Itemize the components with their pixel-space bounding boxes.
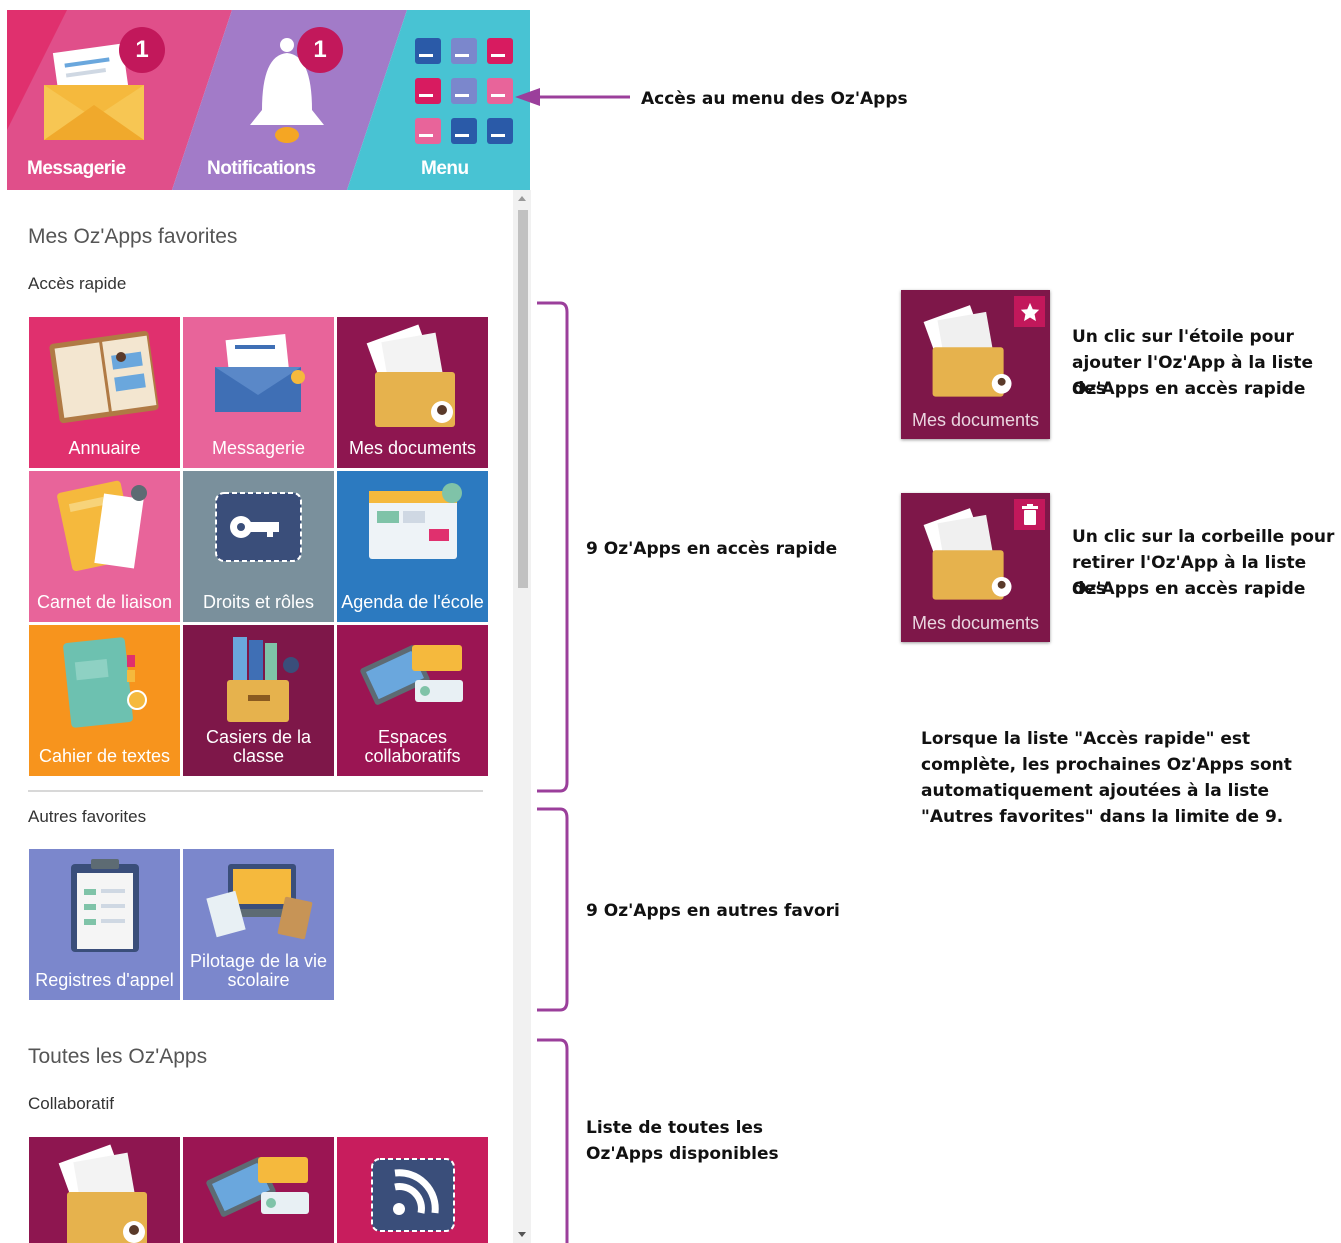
star-icon [1020, 302, 1039, 321]
annotation-full-line4: "Autres favorites" dans la limite de 9. [921, 807, 1284, 827]
section-divider [28, 790, 483, 792]
tile-label: Droits et rôles [202, 592, 315, 612]
annotation-menu-access: Accès au menu des Oz'Apps [641, 89, 908, 109]
demo-tile-label: Mes documents [911, 613, 1040, 633]
other-favorites-title: Autres favorites [28, 807, 147, 826]
annotation-star-line3: Oz'Apps en accès rapide [1072, 379, 1306, 399]
all-apps-title: Toutes les Oz'Apps [28, 1045, 208, 1068]
top-header: 1 Messagerie 1 Notifications Menu [7, 10, 530, 190]
bracket-all-apps [537, 1038, 569, 1243]
annotation-arrow [515, 88, 630, 106]
scroll-down-arrow-icon[interactable] [518, 1232, 526, 1237]
collaboration-icon [206, 1157, 309, 1217]
annotation-all-apps-line2: Oz'Apps disponibles [586, 1144, 779, 1164]
tile-registres-d-appel[interactable]: Registres d'appel [29, 849, 180, 1000]
tile-collab-rss[interactable] [337, 1137, 488, 1243]
tile-collab-documents[interactable] [29, 1137, 180, 1243]
oz-apps-panel: Mes Oz'Apps favorites Accès rapide Annua… [7, 190, 531, 1243]
menu-label: Menu [421, 158, 469, 179]
tile-label: Carnet de liaison [36, 592, 173, 612]
annotation-full-line1: Lorsque la liste "Accès rapide" est [921, 729, 1251, 749]
annotation-other-favorites: 9 Oz'Apps en autres favori [586, 901, 840, 921]
tile-mes-documents[interactable]: Mes documents [337, 317, 488, 468]
tile-pilotage-de-la-vie-scolaire[interactable]: Pilotage de la vie scolaire [183, 849, 334, 1000]
tile-casiers-de-la-classe[interactable]: Casiers de la classe [183, 625, 334, 776]
bracket-quick-access [537, 301, 569, 793]
messagerie-badge: 1 [119, 27, 165, 73]
star-button[interactable] [1014, 296, 1045, 327]
trash-icon [1021, 503, 1038, 525]
scroll-thumb[interactable] [518, 210, 528, 588]
demo-tile-trash: Mes documents [901, 493, 1050, 642]
tile-agenda-de-l-ecole[interactable]: Agenda de l'école [337, 471, 488, 622]
tile-annuaire[interactable]: Annuaire [29, 317, 180, 468]
header-messagerie-button[interactable]: 1 Messagerie [7, 10, 207, 190]
panel-scrollbar[interactable] [513, 190, 531, 1243]
tile-carnet-de-liaison[interactable]: Carnet de liaison [29, 471, 180, 622]
quick-access-title: Accès rapide [28, 274, 127, 293]
tile-label: Agenda de l'école [341, 592, 484, 612]
favorites-title: Mes Oz'Apps favorites [28, 225, 238, 248]
header-menu-button[interactable]: Menu [387, 10, 530, 190]
annotation-trash-line3: Oz'Apps en accès rapide [1072, 579, 1306, 599]
annotation-full-line2: complète, les prochaines Oz'Apps sont [921, 755, 1292, 775]
annotation-quick-access: 9 Oz'Apps en accès rapide [586, 539, 838, 559]
tile-collab-espaces[interactable] [183, 1137, 334, 1243]
collaboratif-title: Collaboratif [28, 1094, 114, 1113]
tile-label: Mes documents [348, 438, 477, 458]
notifications-label: Notifications [207, 158, 316, 179]
notifications-badge: 1 [297, 27, 343, 73]
messagerie-label: Messagerie [27, 158, 126, 179]
demo-tile-label: Mes documents [911, 410, 1040, 430]
tile-label: Pilotage de la vie scolaire [189, 951, 328, 990]
tile-label: Registres d'appel [35, 970, 174, 990]
tile-label: Messagerie [211, 438, 306, 458]
rss-icon [371, 1158, 455, 1232]
trash-button[interactable] [1014, 499, 1045, 530]
annotation-all-apps-line1: Liste de toutes les [586, 1118, 764, 1138]
tile-cahier-de-textes[interactable]: Cahier de textes [29, 625, 180, 776]
folder-documents-icon [58, 1144, 147, 1243]
tile-label: Cahier de textes [38, 746, 171, 766]
bracket-other-favorites [537, 807, 569, 1012]
tile-messagerie[interactable]: Messagerie [183, 317, 334, 468]
annotation-star-line1: Un clic sur l'étoile pour [1072, 327, 1294, 347]
tile-label: Annuaire [68, 438, 141, 458]
tile-label: Espaces collaboratifs [364, 727, 461, 766]
annotation-trash-line1: Un clic sur la corbeille pour [1072, 527, 1335, 547]
header-notifications-button[interactable]: 1 Notifications [187, 10, 377, 190]
scroll-up-arrow-icon[interactable] [518, 196, 526, 201]
demo-tile-star: Mes documents [901, 290, 1050, 439]
app-grid-icon [415, 38, 513, 144]
tile-droits-et-roles[interactable]: Droits et rôles [183, 471, 334, 622]
tile-label: Casiers de la classe [205, 727, 312, 766]
tile-espaces-collaboratifs[interactable]: Espaces collaboratifs [337, 625, 488, 776]
annotation-full-line3: automatiquement ajoutées à la liste [921, 781, 1270, 801]
